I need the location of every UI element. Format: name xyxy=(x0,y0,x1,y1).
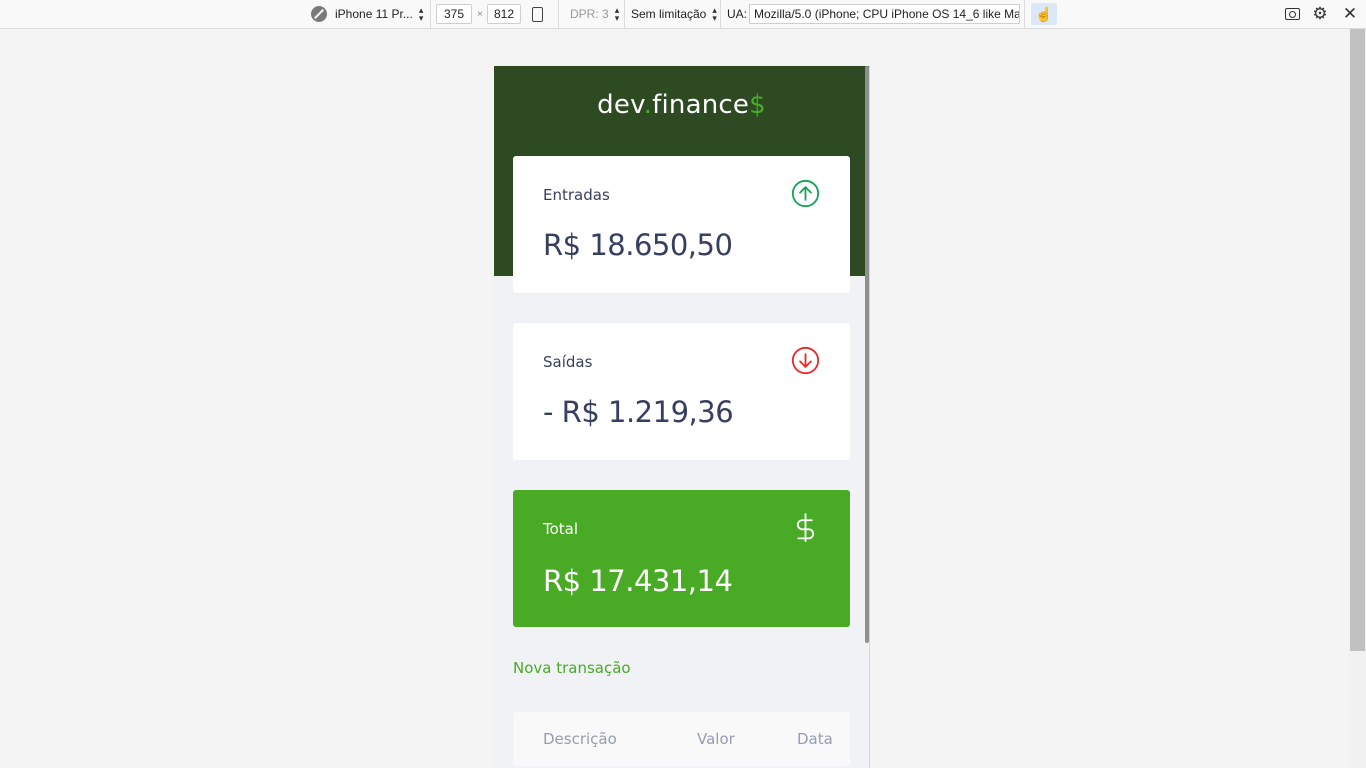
arrow-up-circle-icon xyxy=(791,179,820,208)
rotate-icon xyxy=(532,6,543,22)
responsive-toolbar: iPhone 11 Pr... ▴ ▾ 375 × 812 DPR: 3 ▴ ▾ S… xyxy=(0,0,1366,29)
camera-icon xyxy=(1284,8,1300,20)
device-selector[interactable]: iPhone 11 Pr... ▴ ▾ xyxy=(335,0,429,28)
transactions-table-header: Descrição Valor Data xyxy=(513,712,850,766)
updown-arrows-icon: ▴ ▾ xyxy=(418,5,424,23)
user-agent-input[interactable]: Mozilla/5.0 (iPhone; CPU iPhone OS 14_6 … xyxy=(749,4,1020,24)
updown-arrows-icon: ▴ ▾ xyxy=(712,5,717,23)
user-agent-label: UA: xyxy=(727,7,748,21)
column-header-description: Descrição xyxy=(543,730,617,748)
income-card-value: R$ 18.650,50 xyxy=(543,228,733,262)
device-name: iPhone 11 Pr... xyxy=(335,7,413,21)
close-button[interactable]: ✕ xyxy=(1341,0,1359,28)
income-card-title: Entradas xyxy=(543,186,610,204)
toolbar-divider xyxy=(430,0,431,28)
touch-simulation-icon: ☝ xyxy=(1035,5,1053,22)
throttling-value: Sem limitação xyxy=(631,7,707,21)
toolbar-divider xyxy=(624,0,625,28)
viewport-scrollbar-thumb[interactable] xyxy=(865,66,869,643)
logo-rest: finance xyxy=(652,90,750,120)
gear-icon: ⚙ xyxy=(1312,4,1328,23)
dimension-separator: × xyxy=(477,8,483,20)
total-card: Total R$ 17.431,14 xyxy=(513,490,850,627)
arrow-down-circle-icon xyxy=(791,346,820,375)
toolbar-divider xyxy=(1024,0,1025,28)
column-header-date: Data xyxy=(797,730,833,748)
total-card-title: Total xyxy=(543,520,579,538)
viewport-height-input[interactable]: 812 xyxy=(487,4,521,24)
close-icon: ✕ xyxy=(1342,4,1358,23)
touch-simulation-button[interactable]: ☝ xyxy=(1031,3,1057,25)
app-logo: dev.finance$ xyxy=(494,90,869,120)
device-viewport: dev.finance$ Entradas R$ 18.650,50 Saída… xyxy=(494,66,869,768)
new-transaction-link[interactable]: Nova transação xyxy=(513,659,631,677)
expense-card-value: - R$ 1.219,36 xyxy=(543,395,734,429)
viewport-scrollbar-track xyxy=(869,66,870,768)
device-selector-icon[interactable] xyxy=(311,6,327,22)
logo-main: dev xyxy=(597,90,644,120)
dpr-value: DPR: 3 xyxy=(570,7,609,21)
expense-card-title: Saídas xyxy=(543,353,593,371)
total-card-value: R$ 17.431,14 xyxy=(543,564,733,598)
updown-arrows-icon: ▴ ▾ xyxy=(614,5,620,23)
dollar-sign-icon xyxy=(796,513,815,542)
settings-button[interactable]: ⚙ xyxy=(1311,0,1329,28)
logo-dot: . xyxy=(643,90,653,120)
expense-card: Saídas - R$ 1.219,36 xyxy=(513,323,850,460)
screenshot-button[interactable] xyxy=(1283,0,1301,28)
rotate-button[interactable] xyxy=(532,0,550,28)
dpr-selector[interactable]: DPR: 3 ▴ ▾ xyxy=(570,0,620,28)
toolbar-divider xyxy=(558,0,559,28)
viewport-width-input[interactable]: 375 xyxy=(436,4,472,24)
network-throttling-selector[interactable]: Sem limitação ▴ ▾ xyxy=(631,0,717,28)
column-header-value: Valor xyxy=(697,730,735,748)
logo-dollar: $ xyxy=(749,90,766,120)
toolbar-divider xyxy=(720,0,721,28)
income-card: Entradas R$ 18.650,50 xyxy=(513,156,850,293)
page-scrollbar-thumb[interactable] xyxy=(1350,29,1365,651)
